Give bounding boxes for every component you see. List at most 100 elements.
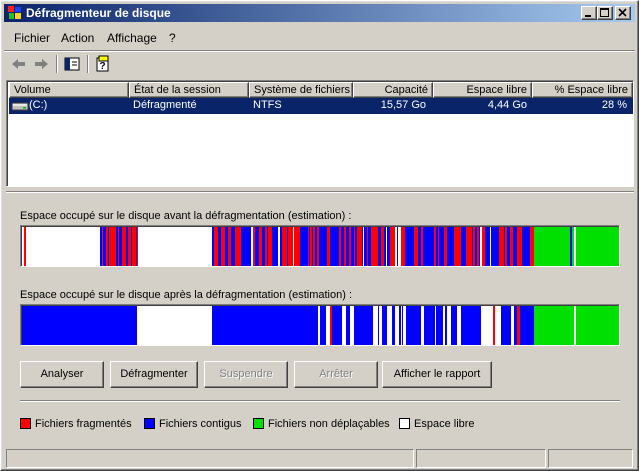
- fragmented-segment: [222, 227, 224, 266]
- contiguous-segment: [22, 306, 137, 345]
- fragmented-segment: [113, 227, 116, 266]
- fragmented-segment: [290, 227, 293, 266]
- column-free-percent[interactable]: % Espace libre: [532, 82, 633, 98]
- defragment-button[interactable]: Défragmenter: [110, 361, 198, 388]
- contiguous-segment: [504, 227, 505, 266]
- contiguous-segment: [419, 227, 421, 266]
- contiguous-segment: [378, 227, 381, 266]
- free-space-segment: [387, 306, 391, 345]
- view-report-button[interactable]: Afficher le rapport: [382, 361, 492, 388]
- fragmented-segment: [109, 227, 111, 266]
- free-space-segment: [318, 306, 320, 345]
- free-space-segment: [293, 227, 294, 266]
- fragmented-segment: [505, 227, 507, 266]
- contiguous-segment: [384, 227, 386, 266]
- free-space-segment: [447, 306, 451, 345]
- minimize-icon: [585, 15, 591, 17]
- free-space-cell: 4,44 Go: [487, 99, 527, 111]
- volume-list[interactable]: Volume État de la session Système de fic…: [6, 80, 634, 187]
- contiguous-segment: [301, 227, 303, 266]
- status-pane-3: [548, 449, 633, 468]
- contiguous-segment: [431, 227, 434, 266]
- free-space-segment: [342, 306, 346, 345]
- contiguous-segment: [388, 227, 390, 266]
- column-free-space[interactable]: Espace libre: [433, 82, 532, 98]
- maximize-button[interactable]: [597, 6, 613, 20]
- contiguous-segment: [447, 227, 449, 266]
- menu-help[interactable]: ?: [169, 31, 176, 45]
- menu-fichier[interactable]: Fichier: [14, 31, 50, 45]
- column-volume[interactable]: Volume: [9, 82, 129, 98]
- contiguous-segment: [231, 227, 233, 266]
- help-icon[interactable]: ?: [93, 55, 113, 73]
- free-space-segment: [489, 306, 491, 345]
- contiguous-segment: [312, 227, 313, 266]
- contiguous-segment: [364, 227, 367, 266]
- contiguous-segment: [315, 306, 317, 345]
- fragmented-segment: [444, 227, 446, 266]
- contiguous-segment: [272, 227, 275, 266]
- fragmented-segment: [438, 227, 439, 266]
- contiguous-segment: [529, 306, 532, 345]
- contiguous-segment: [423, 227, 426, 266]
- contiguous-segment: [339, 306, 340, 345]
- pause-button[interactable]: Suspendre: [204, 361, 288, 388]
- column-file-system[interactable]: Système de fichiers: [249, 82, 353, 98]
- contiguous-segment: [430, 227, 431, 266]
- contiguous-segment: [406, 306, 408, 345]
- free-percent-cell: 28 %: [601, 99, 627, 111]
- menu-action[interactable]: Action: [61, 31, 94, 45]
- fragmented-segment: [238, 227, 241, 266]
- forward-arrow-icon[interactable]: [31, 55, 51, 73]
- contiguous-segment: [324, 306, 325, 345]
- maximize-icon: [600, 8, 609, 17]
- show-hide-console-tree-icon[interactable]: [62, 55, 82, 73]
- contiguous-segment: [463, 306, 466, 345]
- fragmented-segment: [511, 227, 512, 266]
- contiguous-segment: [248, 227, 251, 266]
- free-space-segment: [490, 227, 491, 266]
- fragmented-segment: [265, 227, 267, 266]
- fragmented-segment: [519, 227, 520, 266]
- contiguous-segment: [449, 227, 452, 266]
- contiguous-segment: [479, 227, 480, 266]
- minimize-button[interactable]: [581, 6, 597, 20]
- contiguous-segment: [472, 227, 473, 266]
- fragmented-segment: [393, 227, 395, 266]
- contiguous-segment: [475, 227, 477, 266]
- free-space-segment: [379, 306, 382, 345]
- close-button[interactable]: [615, 6, 631, 20]
- back-arrow-icon[interactable]: [9, 55, 29, 73]
- fragmented-segment: [401, 227, 403, 266]
- title-bar[interactable]: Défragmenteur de disque: [4, 4, 635, 22]
- contiguous-segment: [330, 227, 332, 266]
- table-row[interactable]: (C:) Défragmenté NTFS 15,57 Go 4,44 Go 2…: [9, 98, 633, 114]
- contiguous-segment: [532, 306, 534, 345]
- free-space-segment: [421, 306, 424, 345]
- contiguous-segment: [312, 306, 315, 345]
- fragmented-segment: [414, 227, 417, 266]
- contiguous-segment: [522, 227, 523, 266]
- column-capacity[interactable]: Capacité: [353, 82, 433, 98]
- column-session-state[interactable]: État de la session: [129, 82, 249, 98]
- contiguous-segment: [418, 227, 419, 266]
- fragmented-segment: [510, 227, 511, 266]
- fragmented-segment: [477, 227, 479, 266]
- fragmented-segment: [134, 227, 136, 266]
- fragmented-segment: [493, 306, 495, 345]
- defragmenter-window: Défragmenteur de disque Fichier Action A…: [0, 0, 639, 471]
- free-space-segment: [278, 227, 279, 266]
- free-space-segment: [386, 227, 387, 266]
- contiguous-segment: [387, 227, 388, 266]
- contiguous-segment: [523, 306, 524, 345]
- free-space-segment: [480, 227, 482, 266]
- menu-affichage[interactable]: Affichage: [107, 31, 157, 45]
- contiguous-segment: [305, 227, 308, 266]
- contiguous-segment: [431, 306, 435, 345]
- contiguous-segment: [225, 227, 228, 266]
- stop-button[interactable]: Arrêter: [294, 361, 378, 388]
- analyze-button[interactable]: Analyser: [20, 361, 104, 388]
- free-space-segment: [497, 306, 500, 345]
- fragmented-segment: [259, 227, 260, 266]
- fragmented-segment: [367, 227, 368, 266]
